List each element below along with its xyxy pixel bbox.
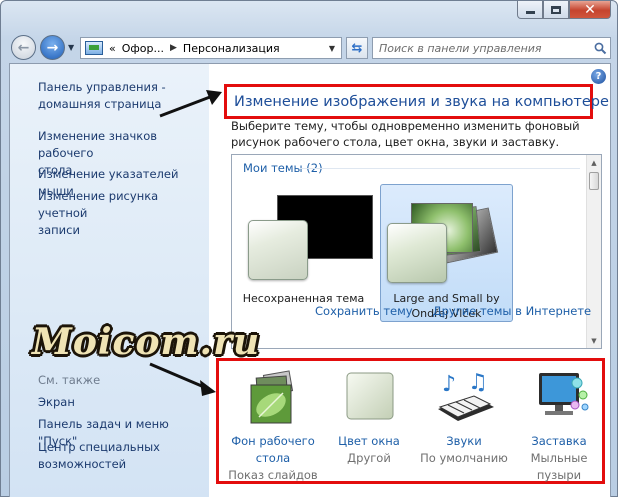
theme-color-swatch (248, 220, 308, 280)
recent-pages-dropdown[interactable]: ▼ (68, 43, 74, 52)
watermark-logo: Moicom.ru (32, 321, 261, 363)
breadcrumb-segment[interactable]: Персонализация (183, 42, 280, 55)
content-area: Панель управления - домашняя страница Из… (9, 63, 611, 497)
sidebar-link-home[interactable]: Панель управления - домашняя страница (38, 79, 208, 113)
setting-value: Показ слайдов (228, 468, 318, 482)
group-divider (300, 168, 580, 169)
scrollbar-thumb[interactable] (589, 172, 599, 190)
online-themes-link[interactable]: Другие темы в Интернете (433, 304, 592, 318)
window-frame: ✕ ← → ▼ « Офор... ▶ Персонализация ▼ ⇆ П… (0, 0, 618, 497)
intro-text: Выберите тему, чтобы одновременно измени… (231, 119, 580, 149)
see-also-heading: См. также (38, 373, 101, 387)
maximize-icon (551, 5, 561, 14)
forward-arrow-icon: → (46, 39, 59, 56)
window-color-icon (323, 367, 415, 429)
setting-desktop-background[interactable]: Фон рабочего стола Показ слайдов (227, 367, 319, 484)
refresh-icon: ⇆ (351, 40, 363, 56)
sidebar: Панель управления - домашняя страница Из… (10, 64, 209, 497)
sidebar-link-display[interactable]: Экран (38, 394, 208, 411)
maximize-button[interactable] (543, 1, 569, 19)
window-controls: ✕ (517, 1, 611, 19)
close-button[interactable]: ✕ (569, 1, 611, 19)
sidebar-link-ease-of-access[interactable]: Центр специальных возможностей (38, 439, 208, 473)
help-button[interactable]: ? (591, 69, 606, 84)
back-button[interactable]: ← (11, 35, 36, 60)
back-arrow-icon: ← (17, 39, 30, 56)
setting-screensaver[interactable]: Заставка Мыльные пузыри (513, 367, 605, 484)
themes-list: Мои темы (2) Несохраненная тема Large an… (231, 154, 602, 349)
chevron-right-icon[interactable]: ▶ (170, 43, 177, 53)
navigation-bar: ← → ▼ « Офор... ▶ Персонализация ▼ ⇆ (9, 32, 611, 62)
help-icon: ? (595, 71, 602, 82)
search-icon[interactable] (590, 42, 610, 55)
sounds-icon: ♪ ♫ (418, 367, 510, 429)
control-panel-icon (85, 41, 103, 55)
chevron-down-icon[interactable]: ▼ (323, 44, 341, 53)
setting-link[interactable]: Цвет окна (323, 433, 415, 450)
setting-value: Мыльные пузыри (530, 451, 588, 482)
save-theme-link[interactable]: Сохранить тему (315, 304, 413, 318)
address-bar[interactable]: « Офор... ▶ Персонализация ▼ (80, 37, 342, 59)
close-icon: ✕ (584, 1, 596, 18)
desktop-background-icon (227, 367, 319, 429)
scroll-up-icon[interactable]: ▲ (587, 155, 601, 170)
setting-link[interactable]: Фон рабочего стола (227, 433, 319, 467)
theme-color-swatch (387, 223, 447, 283)
screensaver-icon (513, 367, 605, 429)
setting-value: Другой (347, 451, 391, 465)
minimize-icon (525, 11, 535, 14)
setting-link[interactable]: Заставка (513, 433, 605, 450)
themes-scrollbar[interactable]: ▲ ▼ (586, 155, 601, 348)
sidebar-link-account-picture[interactable]: Изменение рисунка учетной записи (38, 188, 208, 239)
setting-window-color[interactable]: Цвет окна Другой (323, 367, 415, 467)
setting-sounds[interactable]: ♪ ♫ Звуки По умолчанию (418, 367, 510, 467)
personalization-settings: Фон рабочего стола Показ слайдов Цвет ок… (216, 358, 605, 484)
refresh-button[interactable]: ⇆ (346, 37, 368, 59)
forward-button[interactable]: → (40, 35, 65, 60)
minimize-button[interactable] (517, 1, 543, 19)
theme-item-unsaved[interactable]: Несохраненная тема (237, 184, 373, 322)
breadcrumb-segment[interactable]: Офор... (122, 42, 164, 55)
address-overflow[interactable]: « (109, 42, 116, 55)
svg-text:♪: ♪ (442, 372, 456, 397)
scroll-down-icon[interactable]: ▼ (587, 333, 601, 348)
search-box[interactable] (372, 37, 611, 59)
page-title: Изменение изображения и звука на компьют… (224, 84, 609, 119)
theme-actions: Сохранить тему Другие темы в Интернете (315, 304, 610, 318)
theme-item-large-and-small[interactable]: Large and Small by Ondřej Vlček (380, 184, 513, 322)
setting-link[interactable]: Звуки (418, 433, 510, 450)
search-input[interactable] (379, 39, 590, 57)
setting-value: По умолчанию (420, 451, 508, 465)
svg-text:♫: ♫ (468, 370, 488, 395)
